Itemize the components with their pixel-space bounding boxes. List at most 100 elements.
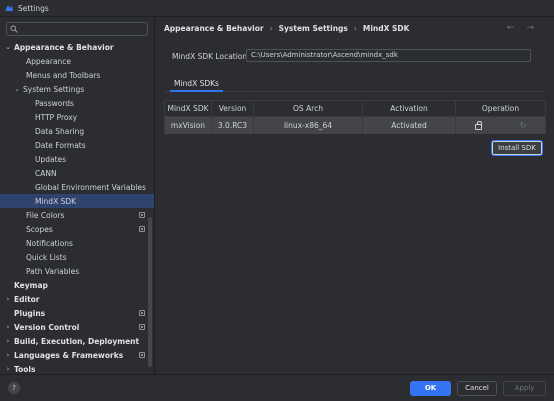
project-scope-icon bbox=[139, 310, 145, 316]
sidebar-item-label: Data Sharing bbox=[35, 126, 85, 136]
breadcrumb-separator: › bbox=[353, 24, 357, 33]
sidebar-item-mindx-sdk[interactable]: MindX SDK bbox=[0, 194, 154, 208]
chevron-right-icon[interactable]: › bbox=[4, 295, 12, 303]
sidebar-item-system-settings[interactable]: ⌄ System Settings bbox=[0, 82, 154, 96]
sdk-location-field[interactable]: C:\Users\Administrator\Ascend\mindx_sdk bbox=[246, 49, 531, 62]
sidebar-item-date-formats[interactable]: Date Formats bbox=[0, 138, 154, 152]
sidebar-item-label: Passwords bbox=[35, 98, 74, 108]
sidebar-item-label: Quick Lists bbox=[26, 252, 67, 262]
project-scope-icon bbox=[139, 352, 145, 358]
sidebar-item-label: Notifications bbox=[26, 238, 73, 248]
tab-mindx-sdks[interactable]: MindX SDKs bbox=[170, 77, 223, 92]
window-title: Settings bbox=[18, 3, 49, 13]
sidebar-item-label: System Settings bbox=[23, 84, 85, 94]
sidebar-item-label: Appearance bbox=[26, 56, 72, 66]
app-icon bbox=[5, 5, 13, 11]
dialog-footer: ? OK Cancel Apply bbox=[0, 374, 554, 401]
sidebar-item-label: Date Formats bbox=[35, 140, 86, 150]
chevron-right-icon[interactable]: › bbox=[4, 323, 12, 331]
sidebar-item-global-environment-variables[interactable]: Global Environment Variables bbox=[0, 180, 154, 194]
column-header[interactable]: Activation bbox=[363, 101, 456, 116]
sidebar-item-label: Tools bbox=[14, 364, 36, 374]
table-row[interactable]: mxVision 3.0.RC3 linux-x86_64 Activated … bbox=[164, 117, 546, 134]
cell-operation: ↻ bbox=[456, 117, 545, 134]
breadcrumb-item: MindX SDK bbox=[362, 24, 410, 33]
sidebar-item-cann[interactable]: CANN bbox=[0, 166, 154, 180]
column-header[interactable]: Version bbox=[212, 101, 254, 116]
cell-activation: Activated bbox=[363, 117, 456, 134]
settings-sidebar: ⌄ Appearance & Behavior Appearance Menus an… bbox=[0, 17, 155, 374]
column-header[interactable]: Operation bbox=[456, 101, 545, 116]
breadcrumb: Appearance & Behavior › System Settings … bbox=[164, 24, 409, 33]
project-scope-icon bbox=[139, 226, 145, 232]
cell-version: 3.0.RC3 bbox=[212, 117, 254, 134]
sidebar-item-updates[interactable]: Updates bbox=[0, 152, 154, 166]
breadcrumb-item: Appearance & Behavior bbox=[164, 24, 264, 33]
back-arrow-icon[interactable]: ← bbox=[507, 23, 515, 33]
sidebar-item-label: Scopes bbox=[26, 224, 53, 234]
sdk-table: MindX SDK Version OS Arch Activation Ope… bbox=[164, 100, 546, 134]
sidebar-item-notifications[interactable]: Notifications bbox=[0, 236, 154, 250]
sidebar-item-label: Updates bbox=[35, 154, 67, 164]
sidebar-item-http-proxy[interactable]: HTTP Proxy bbox=[0, 110, 154, 124]
column-header[interactable]: MindX SDK bbox=[165, 101, 212, 116]
sidebar-scrollbar[interactable] bbox=[148, 217, 152, 367]
sdk-location-label: MindX SDK Location bbox=[172, 52, 248, 61]
sidebar-item-label: Languages & Frameworks bbox=[14, 350, 124, 360]
sidebar-item-data-sharing[interactable]: Data Sharing bbox=[0, 124, 154, 138]
chevron-right-icon[interactable]: › bbox=[4, 365, 12, 373]
window-titlebar: Settings bbox=[0, 0, 554, 17]
sidebar-item-passwords[interactable]: Passwords bbox=[0, 96, 154, 110]
sidebar-item-label: Editor bbox=[14, 294, 40, 304]
breadcrumb-separator: › bbox=[269, 24, 273, 33]
cancel-button[interactable]: Cancel bbox=[457, 381, 497, 396]
nav-arrows: ← → bbox=[507, 23, 534, 33]
sidebar-item-label: Version Control bbox=[14, 322, 80, 332]
search-box[interactable] bbox=[6, 22, 148, 36]
sidebar-item-path-variables[interactable]: Path Variables bbox=[0, 264, 154, 278]
chevron-right-icon[interactable]: › bbox=[4, 351, 12, 359]
cell-sdk: mxVision bbox=[165, 117, 212, 134]
apply-button[interactable]: Apply bbox=[503, 381, 546, 396]
column-header[interactable]: OS Arch bbox=[254, 101, 363, 116]
sidebar-item-label: MindX SDK bbox=[35, 196, 77, 206]
sidebar-item-keymap[interactable]: Keymap bbox=[0, 278, 154, 292]
chevron-down-icon[interactable]: ⌄ bbox=[4, 43, 12, 51]
sidebar-item-label: Build, Execution, Deployment bbox=[14, 336, 140, 346]
search-input[interactable] bbox=[21, 25, 141, 33]
project-scope-icon bbox=[139, 324, 145, 330]
sidebar-item-label: File Colors bbox=[26, 210, 65, 220]
help-button[interactable]: ? bbox=[8, 382, 20, 394]
settings-tree: ⌄ Appearance & Behavior Appearance Menus an… bbox=[0, 40, 154, 376]
refresh-icon[interactable]: ↻ bbox=[520, 121, 527, 130]
sidebar-item-quick-lists[interactable]: Quick Lists bbox=[0, 250, 154, 264]
cell-arch: linux-x86_64 bbox=[254, 117, 363, 134]
lock-icon[interactable] bbox=[474, 120, 482, 130]
sidebar-item-label: Path Variables bbox=[26, 266, 80, 276]
sidebar-item-appearance[interactable]: Appearance bbox=[0, 54, 154, 68]
search-icon bbox=[10, 25, 18, 33]
sidebar-item-appearance-behavior[interactable]: ⌄ Appearance & Behavior bbox=[0, 40, 154, 54]
sidebar-item-file-colors[interactable]: File Colors bbox=[0, 208, 154, 222]
sidebar-item-label: Keymap bbox=[14, 280, 48, 290]
ok-button[interactable]: OK bbox=[410, 381, 451, 396]
sidebar-item-editor[interactable]: › Editor bbox=[0, 292, 154, 306]
settings-content: Appearance & Behavior › System Settings … bbox=[156, 17, 554, 374]
sidebar-item-label: Plugins bbox=[14, 308, 46, 318]
breadcrumb-item: System Settings bbox=[278, 24, 348, 33]
chevron-down-icon[interactable]: ⌄ bbox=[13, 85, 21, 93]
forward-arrow-icon[interactable]: → bbox=[526, 23, 534, 33]
sidebar-item-label: CANN bbox=[35, 168, 57, 178]
sidebar-item-build-execution-deployment[interactable]: › Build, Execution, Deployment bbox=[0, 334, 154, 348]
sidebar-item-label: Global Environment Variables bbox=[35, 182, 146, 192]
sidebar-item-plugins[interactable]: Plugins bbox=[0, 306, 154, 320]
project-scope-icon bbox=[139, 212, 145, 218]
sidebar-item-menus-and-toolbars[interactable]: Menus and Toolbars bbox=[0, 68, 154, 82]
sidebar-item-label: Appearance & Behavior bbox=[14, 42, 114, 52]
sidebar-item-languages-frameworks[interactable]: › Languages & Frameworks bbox=[0, 348, 154, 362]
sidebar-item-scopes[interactable]: Scopes bbox=[0, 222, 154, 236]
sidebar-item-version-control[interactable]: › Version Control bbox=[0, 320, 154, 334]
sidebar-item-label: HTTP Proxy bbox=[35, 112, 78, 122]
chevron-right-icon[interactable]: › bbox=[4, 337, 12, 345]
install-sdk-button[interactable]: Install SDK bbox=[491, 140, 543, 156]
